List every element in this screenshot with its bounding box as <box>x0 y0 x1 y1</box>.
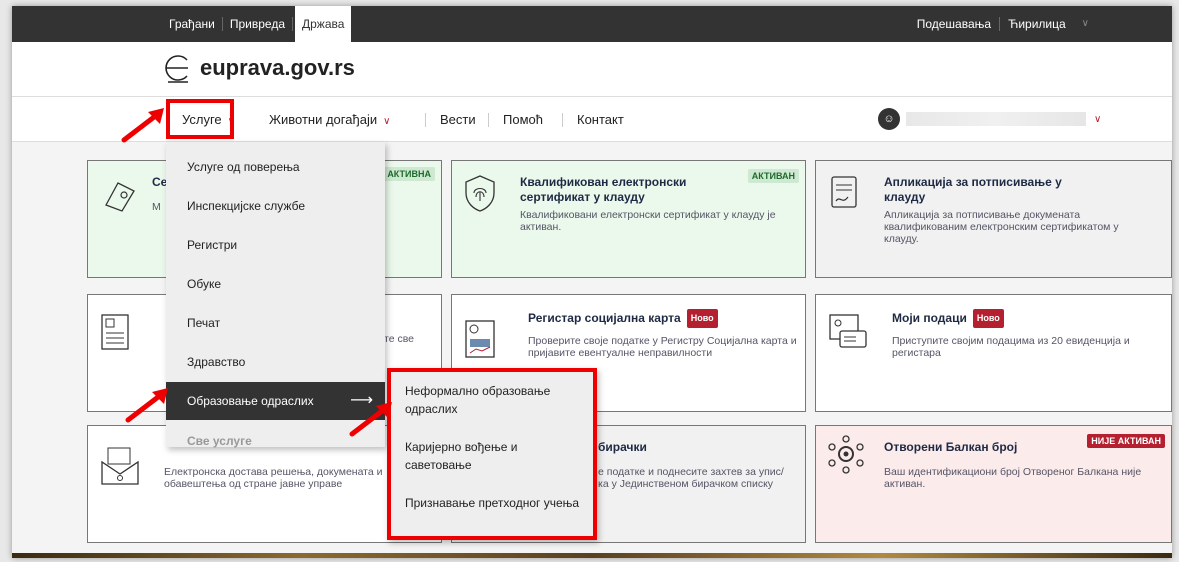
nav-divider <box>425 113 426 127</box>
card-title: Отворени Балкан број <box>884 440 1018 454</box>
submenu-item-nonformal[interactable]: Неформално образовање одраслих <box>405 382 585 418</box>
red-arrow-icon <box>121 108 164 143</box>
card-desc: Проверите своје податке у Регистру Социј… <box>528 335 797 359</box>
card-desc: Квалификовани електронски сертификат у к… <box>520 209 776 233</box>
card-desc: Апликација за потписивање докумената ква… <box>884 209 1119 245</box>
nav-item-label: Животни догађаји <box>269 112 378 127</box>
card-title: Моји подаци Ново <box>892 309 1004 328</box>
mail-envelope-icon <box>101 447 139 485</box>
red-arrow-icon <box>349 402 392 437</box>
user-name-redacted <box>906 112 1086 126</box>
card-desc: е податке и поднесите захтев за упис/ ка… <box>598 466 784 490</box>
status-badge: АКТИВАН <box>747 169 799 183</box>
card-title: Апликација за потписивање у клауду <box>884 175 1062 204</box>
top-bar: Грађани Привреда Држава Подешавања Ћирил… <box>12 6 1172 42</box>
chevron-down-icon[interactable]: ∨ <box>1074 17 1097 31</box>
link-citizens[interactable]: Грађани <box>162 17 223 31</box>
logo-e-icon <box>165 55 188 83</box>
card-desc: М <box>152 201 161 213</box>
id-card-icon <box>829 314 867 348</box>
menu-item-health[interactable]: Здравство <box>166 343 385 381</box>
red-arrow-icon <box>125 388 168 423</box>
card-title: бирачки <box>598 440 647 454</box>
submenu-item-career[interactable]: Каријерно вођење и саветовање <box>405 438 585 474</box>
status-badge: АКТИВНА <box>383 167 435 181</box>
chevron-down-icon: ∨ <box>1094 113 1102 125</box>
menu-item-seal[interactable]: Печат <box>166 304 385 342</box>
header: euprava.gov.rs <box>12 42 1172 96</box>
menu-item-label: Образовање одраслих <box>187 394 314 408</box>
menu-item-trainings[interactable]: Обуке <box>166 265 385 303</box>
site-logo[interactable]: euprava.gov.rs <box>162 52 355 84</box>
network-gear-icon <box>828 435 864 474</box>
link-business[interactable]: Привреда <box>223 17 293 31</box>
card-desc: Приступите својим подацима из 20 евиденц… <box>892 335 1130 359</box>
browser-viewport: Грађани Привреда Држава Подешавања Ћирил… <box>12 6 1172 558</box>
certificate-icon <box>105 182 135 212</box>
card-title: Квалификован електронски сертификат у кл… <box>520 175 687 204</box>
menu-item-trust-services[interactable]: Услуге од поверења <box>166 148 385 186</box>
service-card-cloud-signing[interactable]: Апликација за потписивање у клауду Аплик… <box>815 160 1172 278</box>
card-desc: те све <box>384 333 414 345</box>
submenu-item-prior-learning[interactable]: Признавање претходног учења <box>405 494 585 512</box>
nav-item-news[interactable]: Вести <box>440 97 476 143</box>
card-desc: Ваш идентификациони број Отвореног Балка… <box>884 466 1142 490</box>
menu-item-registries[interactable]: Регистри <box>166 226 385 264</box>
new-badge: Ново <box>686 309 718 328</box>
user-menu[interactable]: ☺ ∨ <box>878 108 1101 130</box>
fingerprint-shield-icon <box>465 175 495 212</box>
card-title-text: Моји подаци <box>892 311 967 325</box>
status-badge: НИЈЕ АКТИВАН <box>1087 434 1165 448</box>
nav-divider <box>488 113 489 127</box>
nav-item-life-events[interactable]: Животни догађаји ∨ <box>269 97 390 143</box>
chevron-down-icon: ∨ <box>383 116 391 127</box>
service-card-cloud-certificate[interactable]: Квалификован електронски сертификат у кл… <box>451 160 806 278</box>
link-state[interactable]: Држава <box>295 6 352 42</box>
service-card-my-data[interactable]: Моји подаци Ново Приступите својим подаци… <box>815 294 1172 412</box>
menu-item-inspection[interactable]: Инспекцијске службе <box>166 187 385 225</box>
card-title: Регистар социјална карта Ново <box>528 309 718 328</box>
adult-education-submenu: Неформално образовање одраслих Каријерно… <box>387 368 597 540</box>
nav-item-help[interactable]: Помоћ <box>503 97 543 143</box>
social-card-icon <box>465 320 495 358</box>
signing-document-icon <box>831 176 857 208</box>
audience-links: Грађани Привреда Држава <box>162 6 352 42</box>
service-card-open-balkan[interactable]: Отворени Балкан број Ваш идентификациони… <box>815 425 1172 543</box>
new-badge: Ново <box>972 309 1004 328</box>
language-selector[interactable]: Ћирилица <box>999 17 1074 31</box>
settings-link[interactable]: Подешавања <box>909 17 999 31</box>
card-title-text: Регистар социјална карта <box>528 311 681 325</box>
user-avatar-icon: ☺ <box>878 108 900 130</box>
bottom-strip <box>12 553 1172 558</box>
nav-divider <box>562 113 563 127</box>
nav-item-contact[interactable]: Контакт <box>577 97 624 143</box>
logo-text: euprava.gov.rs <box>200 55 355 80</box>
document-icon <box>101 314 129 350</box>
highlight-box <box>166 99 234 139</box>
top-right-links: Подешавања Ћирилица ∨ <box>909 6 1097 42</box>
